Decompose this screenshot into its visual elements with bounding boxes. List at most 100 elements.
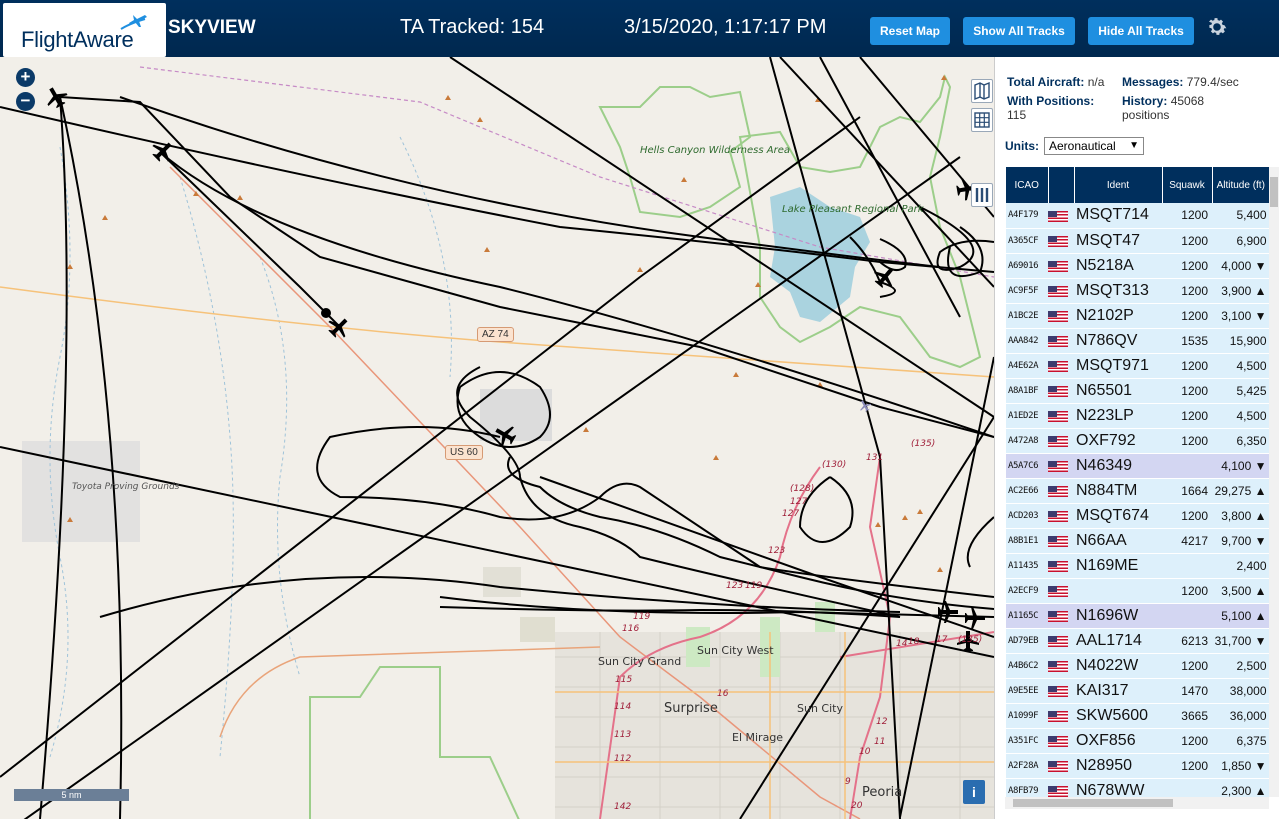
road-number-label: 119 — [633, 612, 651, 622]
cell-altitude: 2,300 ▲ — [1212, 778, 1270, 797]
table-row[interactable]: A8B1E1 N66AA 4217 9,700 ▼ — [1006, 528, 1270, 554]
table-row[interactable]: A4E62A MSQT971 1200 4,500 — [1006, 353, 1270, 379]
aircraft-table-container[interactable]: ICAO Ident Squawk Altitude (ft) A4F179 MS… — [1006, 167, 1270, 797]
reset-map-button[interactable]: Reset Map — [870, 17, 950, 45]
table-row[interactable]: AAA842 N786QV 1535 15,900 — [1006, 328, 1270, 354]
map-label-sun-city-west: Sun City West — [697, 644, 774, 657]
cell-altitude: 5,400 — [1212, 203, 1270, 229]
cell-altitude: 3,800 ▲ — [1212, 503, 1270, 529]
altitude-value: 4,000 — [1221, 258, 1252, 273]
cell-flag — [1048, 403, 1074, 429]
cell-icao: A1099F — [1006, 703, 1048, 729]
map-canvas[interactable] — [0, 57, 994, 819]
scroll-thumb[interactable] — [1270, 177, 1278, 207]
col-icao[interactable]: ICAO — [1006, 167, 1049, 203]
cell-squawk: 1200 — [1162, 303, 1212, 329]
road-number-label: (128) — [790, 484, 815, 494]
table-row[interactable]: A351FC OXF856 1200 6,375 — [1006, 728, 1270, 754]
grid-toggle-button[interactable] — [971, 108, 993, 132]
cell-ident: N66AA — [1074, 528, 1162, 554]
table-row[interactable]: A5A7C6 N46349 4,100 ▼ — [1006, 453, 1270, 479]
cell-altitude: 3,100 ▼ — [1212, 303, 1270, 329]
altitude-trend-icon: ▲ — [1254, 283, 1267, 298]
altitude-value: 1,850 — [1221, 758, 1252, 773]
cell-icao: A472A8 — [1006, 428, 1048, 454]
clock: 3/15/2020, 1:17:17 PM — [624, 16, 827, 38]
zoom-out-button[interactable]: − — [16, 92, 35, 111]
cell-ident: N5218A — [1074, 253, 1162, 279]
table-row[interactable]: AC2E66 N884TM 1664 29,275 ▲ — [1006, 478, 1270, 504]
table-row[interactable]: A2F28A N28950 1200 1,850 ▼ — [1006, 753, 1270, 779]
table-row[interactable]: A69016 N5218A 1200 4,000 ▼ — [1006, 253, 1270, 279]
table-row[interactable]: ACD203 MSQT674 1200 3,800 ▲ — [1006, 503, 1270, 529]
us-flag-icon — [1048, 735, 1068, 747]
gear-icon[interactable] — [1205, 15, 1229, 39]
table-row[interactable]: A1099F SKW5600 3665 36,000 — [1006, 703, 1270, 729]
road-number-label: (135) — [958, 635, 983, 645]
table-row[interactable]: A4B6C2 N4022W 1200 2,500 — [1006, 653, 1270, 679]
columns-button[interactable] — [971, 183, 993, 207]
scroll-thumb[interactable] — [1013, 799, 1173, 807]
with-positions-label: With Positions: — [1007, 94, 1095, 108]
us-flag-icon — [1048, 760, 1068, 772]
table-row[interactable]: A365CF MSQT47 1200 6,900 — [1006, 228, 1270, 254]
cell-flag — [1048, 778, 1074, 797]
table-row[interactable]: A2ECF9 1200 3,500 ▲ — [1006, 578, 1270, 604]
road-number-label: 123 — [768, 546, 786, 556]
us-flag-icon — [1048, 310, 1068, 322]
table-row[interactable]: A8A1BF N65501 1200 5,425 — [1006, 378, 1270, 404]
flightaware-logo[interactable]: FlightAware — [3, 3, 166, 57]
table-row[interactable]: A4F179 MSQT714 1200 5,400 — [1006, 203, 1270, 229]
info-button[interactable]: i — [963, 780, 985, 804]
skyview-app: FlightAware SKYVIEW TA Tracked: 154 3/15… — [0, 0, 1279, 819]
units-select[interactable]: Aeronautical ▼ — [1044, 137, 1144, 155]
hide-all-tracks-button[interactable]: Hide All Tracks — [1088, 17, 1194, 45]
road-number-label: 14 — [896, 639, 908, 649]
col-altitude[interactable]: Altitude (ft) — [1212, 167, 1270, 203]
altitude-value: 9,700 — [1221, 533, 1252, 548]
cell-ident: N46349 — [1074, 453, 1162, 479]
table-row[interactable]: A1165C N1696W 5,100 ▲ — [1006, 603, 1270, 629]
table-row[interactable]: A8FB79 N678WW 2,300 ▲ — [1006, 778, 1270, 797]
col-ident[interactable]: Ident — [1074, 167, 1163, 203]
cell-squawk — [1162, 553, 1212, 579]
road-number-label: 116 — [622, 624, 640, 634]
table-row[interactable]: A9E5EE KAI317 1470 38,000 — [1006, 678, 1270, 704]
show-all-tracks-button[interactable]: Show All Tracks — [963, 17, 1075, 45]
cell-squawk: 1200 — [1162, 403, 1212, 429]
table-row[interactable]: A1BC2E N2102P 1200 3,100 ▼ — [1006, 303, 1270, 329]
table-row[interactable]: A11435 N169ME 2,400 — [1006, 553, 1270, 579]
table-row[interactable]: AC9F5F MSQT313 1200 3,900 ▲ — [1006, 278, 1270, 304]
app-title: SKYVIEW — [168, 17, 256, 38]
cell-ident: N4022W — [1074, 653, 1162, 679]
altitude-trend-icon: ▲ — [1254, 483, 1267, 498]
zoom-in-button[interactable]: + — [16, 68, 35, 87]
table-row[interactable]: A1ED2E N223LP 1200 4,500 — [1006, 403, 1270, 429]
with-positions-stat: With Positions: 115 — [1007, 94, 1094, 122]
units-label: Units: — [1005, 139, 1039, 153]
map-label-lake-pleasant: Lake Pleasant Regional Park — [782, 204, 924, 215]
col-squawk[interactable]: Squawk — [1162, 167, 1213, 203]
map-view[interactable]: Hells Canyon Wilderness Area Lake Pleasa… — [0, 57, 994, 819]
table-row[interactable]: AD79EB AAL1714 6213 31,700 ▼ — [1006, 628, 1270, 654]
us-flag-icon — [1048, 535, 1068, 547]
cell-flag — [1048, 203, 1074, 229]
cell-icao: A4B6C2 — [1006, 653, 1048, 679]
road-shield-az74: AZ 74 — [477, 327, 514, 342]
logo-text: FlightAware — [21, 27, 134, 52]
altitude-value: 4,100 — [1221, 458, 1252, 473]
cell-flag — [1048, 328, 1074, 354]
horizontal-scrollbar[interactable] — [1005, 797, 1269, 809]
road-number-label: 10 — [859, 747, 871, 757]
altitude-trend-icon: ▼ — [1254, 308, 1267, 323]
vertical-scrollbar[interactable] — [1269, 167, 1279, 797]
table-row[interactable]: A472A8 OXF792 1200 6,350 — [1006, 428, 1270, 454]
col-flag[interactable] — [1048, 167, 1075, 203]
map-icon — [974, 81, 990, 101]
us-flag-icon — [1048, 635, 1068, 647]
cell-ident: N678WW — [1074, 778, 1162, 797]
map-layers-button[interactable] — [971, 79, 993, 103]
cell-icao: ACD203 — [1006, 503, 1048, 529]
cell-altitude: 4,500 — [1212, 403, 1270, 429]
table-header-row: ICAO Ident Squawk Altitude (ft) — [1006, 167, 1270, 203]
